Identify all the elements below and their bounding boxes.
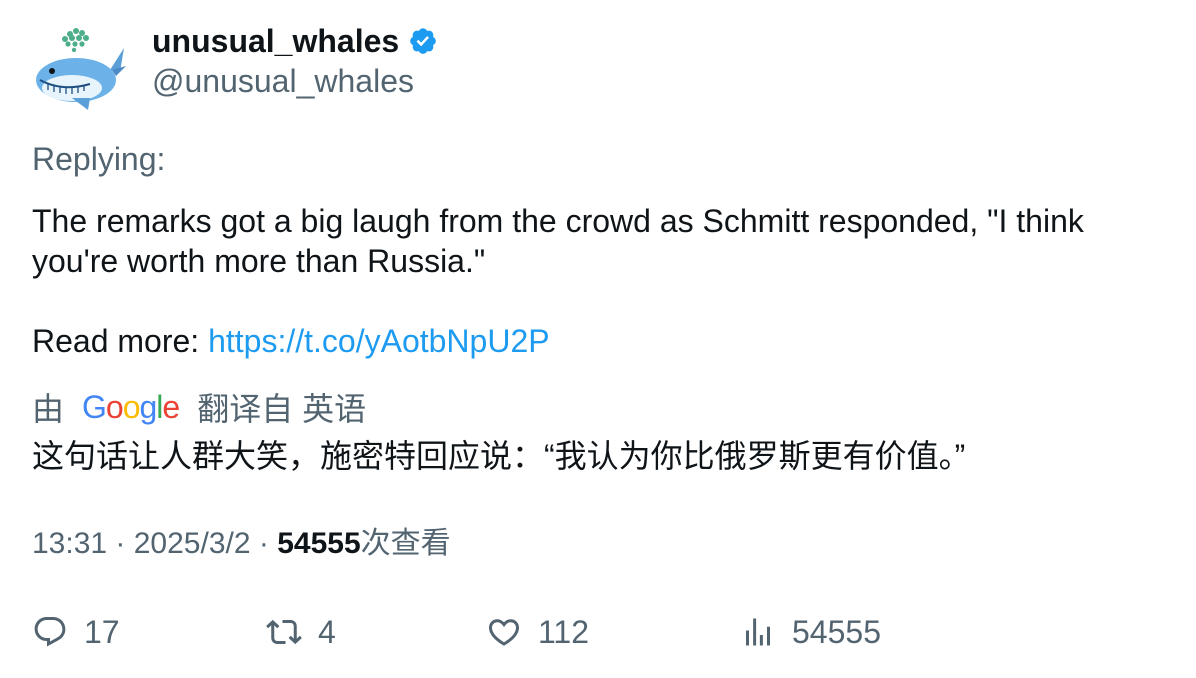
views-button[interactable]: 54555 [740, 608, 881, 656]
read-more-label: Read more: [32, 323, 209, 359]
action-bar: 17 4 112 54555 [0, 608, 1196, 656]
tweet-link[interactable]: https://t.co/yAotbNpU2P [208, 323, 550, 359]
tweet-meta: 13:31 · 2025/3/2 · 54555次查看 [32, 524, 451, 564]
translation-suffix: 翻译自 英语 [197, 391, 367, 427]
views-count: 54555 [277, 527, 361, 560]
views-action-count: 54555 [792, 613, 881, 650]
heart-icon [488, 619, 520, 646]
retweet-count: 4 [318, 613, 336, 650]
tweet-text: The remarks got a big laugh from the cro… [32, 201, 1152, 281]
reply-count: 17 [84, 613, 120, 650]
translation-attribution: 由 Google 翻译自 英语 [32, 386, 366, 428]
retweet-icon [266, 619, 302, 645]
meta-separator: · [107, 527, 134, 560]
verified-badge-icon [408, 26, 438, 56]
replying-label: Replying: [32, 141, 166, 177]
tweet-body: The remarks got a big laugh from the cro… [32, 203, 1084, 279]
reply-icon [34, 617, 66, 647]
avatar[interactable] [32, 26, 128, 112]
reply-button[interactable]: 17 [32, 608, 120, 656]
tweet-time[interactable]: 13:31 [32, 527, 107, 560]
author-handle[interactable]: @unusual_whales [152, 62, 414, 100]
display-name-text: unusual_whales [152, 23, 400, 59]
whale-icon [36, 28, 126, 110]
like-button[interactable]: 112 [486, 608, 589, 656]
author-display-name[interactable]: unusual_whales [152, 22, 438, 60]
like-count: 112 [538, 613, 590, 650]
bar-chart-icon [746, 618, 770, 646]
meta-separator: · [250, 527, 278, 560]
views-label: 次查看 [360, 527, 451, 560]
google-logo: Google [82, 388, 180, 425]
translated-text: 这句话让人群大笑，施密特回应说：“我认为你比俄罗斯更有价值。” [32, 438, 966, 474]
translation-prefix: 由 [32, 391, 65, 427]
read-more-line: Read more: https://t.co/yAotbNpU2P [32, 321, 550, 361]
retweet-button[interactable]: 4 [266, 608, 336, 656]
tweet-date[interactable]: 2025/3/2 [134, 527, 251, 560]
